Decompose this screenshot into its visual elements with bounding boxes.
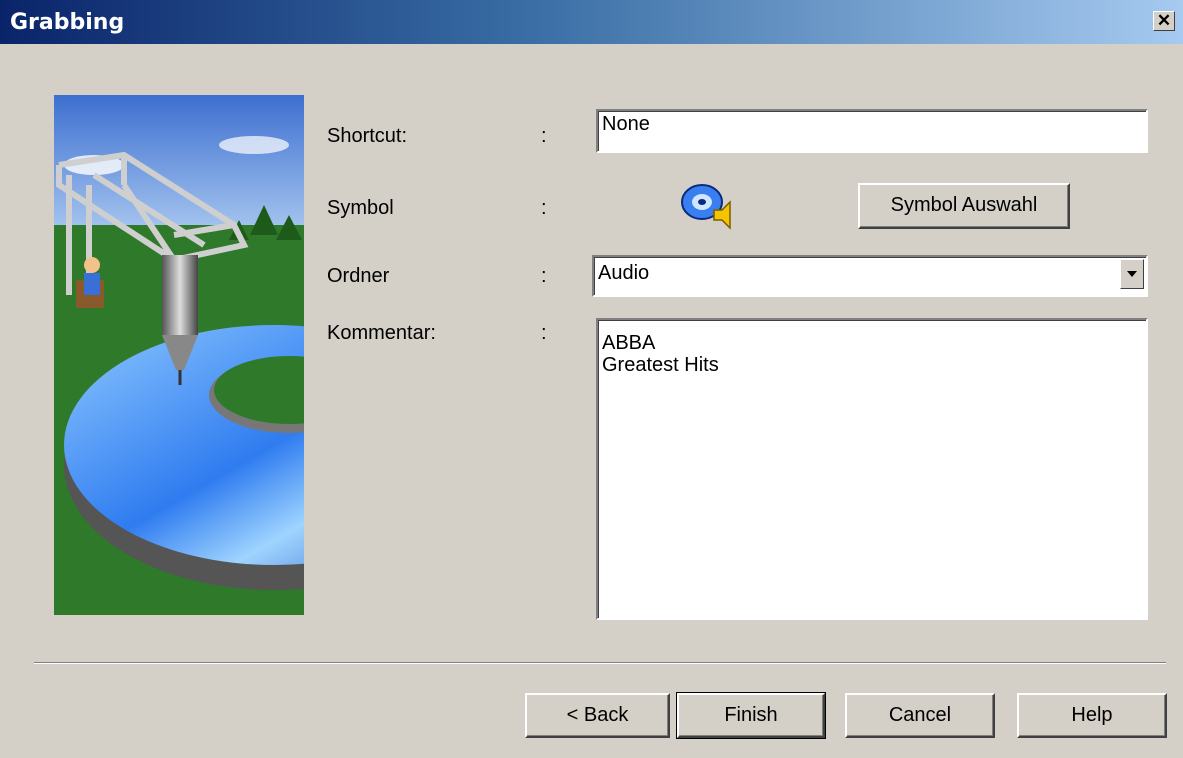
shortcut-input[interactable]: None xyxy=(596,109,1148,153)
dropdown-arrow-button[interactable] xyxy=(1120,259,1144,289)
close-button[interactable]: ✕ xyxy=(1153,11,1175,31)
audio-cd-icon xyxy=(680,180,736,232)
comment-colon: : xyxy=(541,322,547,344)
title-bar: Grabbing ✕ xyxy=(0,0,1183,44)
comment-label: Kommentar: xyxy=(327,322,436,344)
folder-colon: : xyxy=(541,265,547,287)
help-button[interactable]: Help xyxy=(1017,693,1167,738)
chevron-down-icon xyxy=(1127,271,1137,277)
comment-line: Greatest Hits xyxy=(602,354,719,376)
wizard-illustration xyxy=(54,95,484,615)
finish-button[interactable]: Finish xyxy=(676,692,826,739)
symbol-select-button[interactable]: Symbol Auswahl xyxy=(858,183,1070,229)
shortcut-value: None xyxy=(602,113,650,135)
back-button[interactable]: < Back xyxy=(525,693,670,738)
folder-select[interactable]: Audio xyxy=(592,255,1148,297)
comment-textarea[interactable]: ABBA Greatest Hits xyxy=(596,318,1148,620)
shortcut-colon: : xyxy=(541,125,547,147)
folder-selected-value: Audio xyxy=(598,262,650,284)
cancel-button[interactable]: Cancel xyxy=(845,693,995,738)
folder-label: Ordner xyxy=(327,265,390,287)
symbol-colon: : xyxy=(541,197,547,219)
window-title: Grabbing xyxy=(10,10,125,35)
comment-line: ABBA xyxy=(602,332,656,354)
symbol-label: Symbol xyxy=(327,197,394,219)
close-icon: ✕ xyxy=(1156,11,1172,30)
footer-separator xyxy=(34,662,1166,664)
shortcut-label: Shortcut: xyxy=(327,125,408,147)
